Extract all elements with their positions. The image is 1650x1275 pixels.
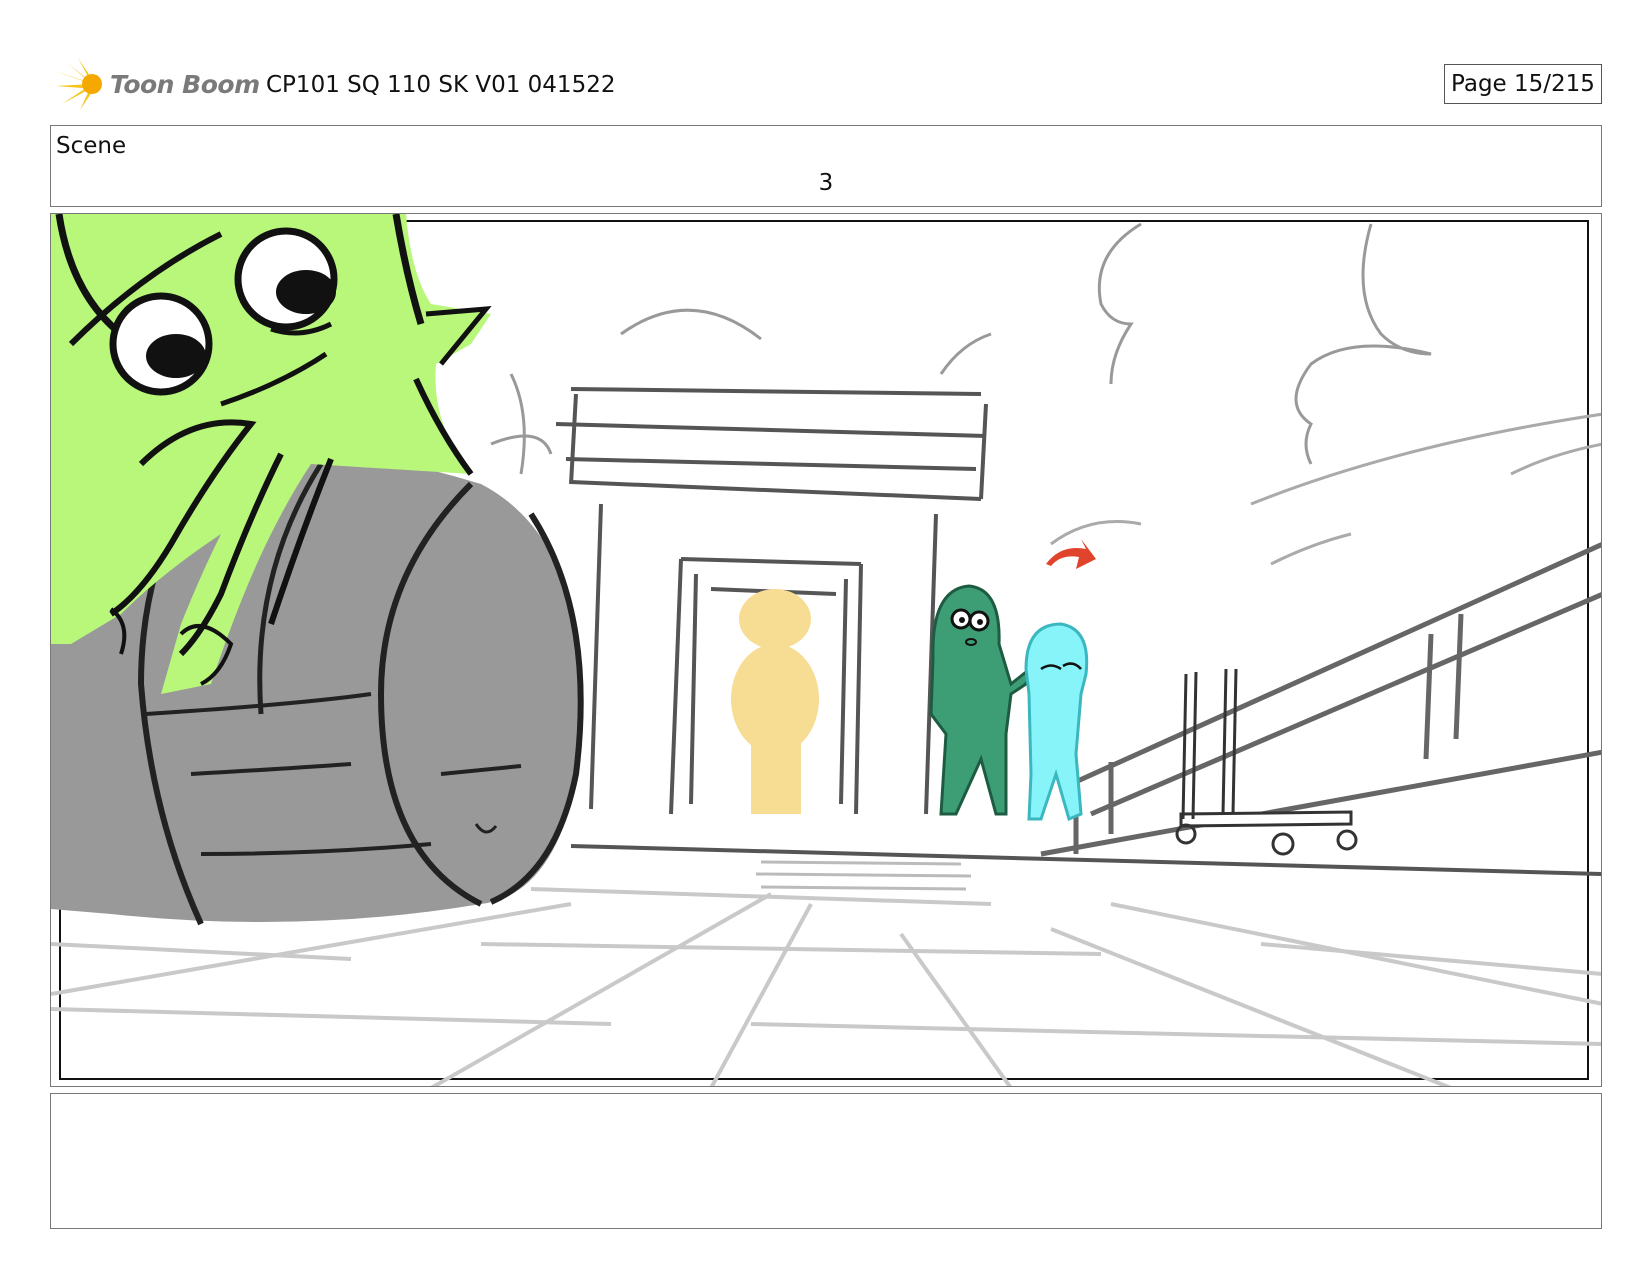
scene-box: Scene 3 [50,125,1602,207]
panel-drawing [51,214,1601,1086]
notes-box [50,1093,1602,1229]
page-indicator: Page 15/215 [1444,64,1602,104]
storyboard-header: Toon Boom CP101 SQ 110 SK V01 041522 Pag… [0,0,1650,120]
storyboard-panel [50,213,1602,1087]
scene-number: 3 [818,170,834,196]
document-title: CP101 SQ 110 SK V01 041522 [266,72,616,98]
scene-label: Scene [56,133,127,159]
logo-text: Toon Boom [110,70,260,99]
